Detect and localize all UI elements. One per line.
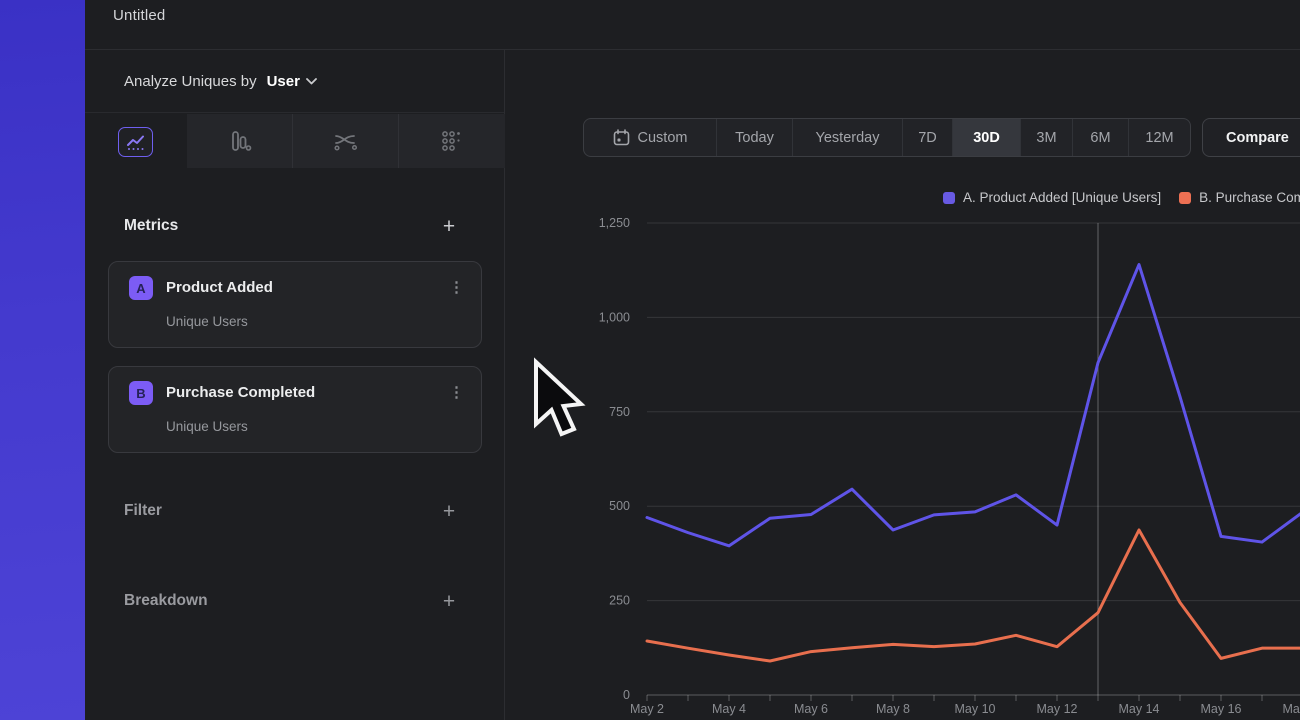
compare-button[interactable]: Compare xyxy=(1202,118,1300,157)
metric-subtitle: Unique Users xyxy=(166,314,248,329)
range-12m-button[interactable]: 12M xyxy=(1128,119,1190,156)
kebab-menu-icon[interactable]: ⋮ xyxy=(449,277,463,299)
bar-chart-icon xyxy=(228,130,252,152)
metric-card-a[interactable]: A Product Added ⋮ Unique Users xyxy=(108,261,482,348)
legend-item-b: B. Purchase Completed [Unique Users] xyxy=(1179,190,1300,205)
legend-label: B. Purchase Completed [Unique Users] xyxy=(1199,190,1300,205)
date-range-selector: Custom Today Yesterday 7D 30D 3M 6M 12M xyxy=(583,118,1191,157)
range-label: 6M xyxy=(1090,130,1110,146)
add-filter-button[interactable]: + xyxy=(437,502,461,522)
calendar-icon xyxy=(613,129,630,146)
analyze-by-value: User xyxy=(267,73,300,90)
flows-icon xyxy=(333,131,359,151)
legend-swatch-purple xyxy=(943,192,955,204)
tab-retention[interactable] xyxy=(399,114,505,168)
legend-item-a: A. Product Added [Unique Users] xyxy=(943,190,1161,205)
range-label: Custom xyxy=(638,130,688,146)
metric-badge-a: A xyxy=(129,276,153,300)
metric-title: Product Added xyxy=(166,279,273,296)
retention-dots-icon xyxy=(441,130,463,152)
top-bar: Untitled xyxy=(85,0,1300,50)
kebab-menu-icon[interactable]: ⋮ xyxy=(449,382,463,404)
range-label: 3M xyxy=(1036,130,1056,146)
tab-bar-chart[interactable] xyxy=(187,114,293,168)
tab-line-chart[interactable] xyxy=(118,127,153,157)
tab-flows[interactable] xyxy=(293,114,399,168)
range-label: Today xyxy=(735,130,774,146)
legend-label: A. Product Added [Unique Users] xyxy=(963,190,1161,205)
metric-badge-b: B xyxy=(129,381,153,405)
metric-card-b[interactable]: B Purchase Completed ⋮ Unique Users xyxy=(108,366,482,453)
analyze-label: Analyze Uniques by xyxy=(124,73,257,90)
chart-legend: A. Product Added [Unique Users] B. Purch… xyxy=(943,190,1300,205)
filter-header: Filter xyxy=(124,502,162,520)
chart-panel: Custom Today Yesterday 7D 30D 3M 6M 12M … xyxy=(505,50,1300,720)
range-3m-button[interactable]: 3M xyxy=(1020,119,1072,156)
metric-title: Purchase Completed xyxy=(166,384,315,401)
range-label: 30D xyxy=(973,130,1000,146)
range-label: 12M xyxy=(1145,130,1173,146)
page-title: Untitled xyxy=(113,7,165,24)
range-6m-button[interactable]: 6M xyxy=(1072,119,1128,156)
range-7d-button[interactable]: 7D xyxy=(902,119,952,156)
analyze-row: Analyze Uniques by User xyxy=(85,50,504,113)
analyze-by-dropdown[interactable]: User xyxy=(267,73,317,90)
range-label: 7D xyxy=(918,130,937,146)
decorative-gradient-strip xyxy=(0,0,85,720)
chevron-down-icon xyxy=(306,78,317,85)
breakdown-header: Breakdown xyxy=(124,592,208,610)
metric-subtitle: Unique Users xyxy=(166,419,248,434)
line-chart-icon xyxy=(126,134,145,151)
range-custom-button[interactable]: Custom xyxy=(584,119,716,156)
add-metric-button[interactable]: + xyxy=(437,217,461,237)
range-yesterday-button[interactable]: Yesterday xyxy=(792,119,902,156)
legend-swatch-orange xyxy=(1179,192,1191,204)
add-breakdown-button[interactable]: + xyxy=(437,592,461,612)
metrics-header: Metrics xyxy=(124,217,178,235)
range-today-button[interactable]: Today xyxy=(716,119,792,156)
sidebar: Analyze Uniques by User xyxy=(85,50,505,720)
range-label: Yesterday xyxy=(816,130,880,146)
range-30d-button[interactable]: 30D xyxy=(952,119,1020,156)
